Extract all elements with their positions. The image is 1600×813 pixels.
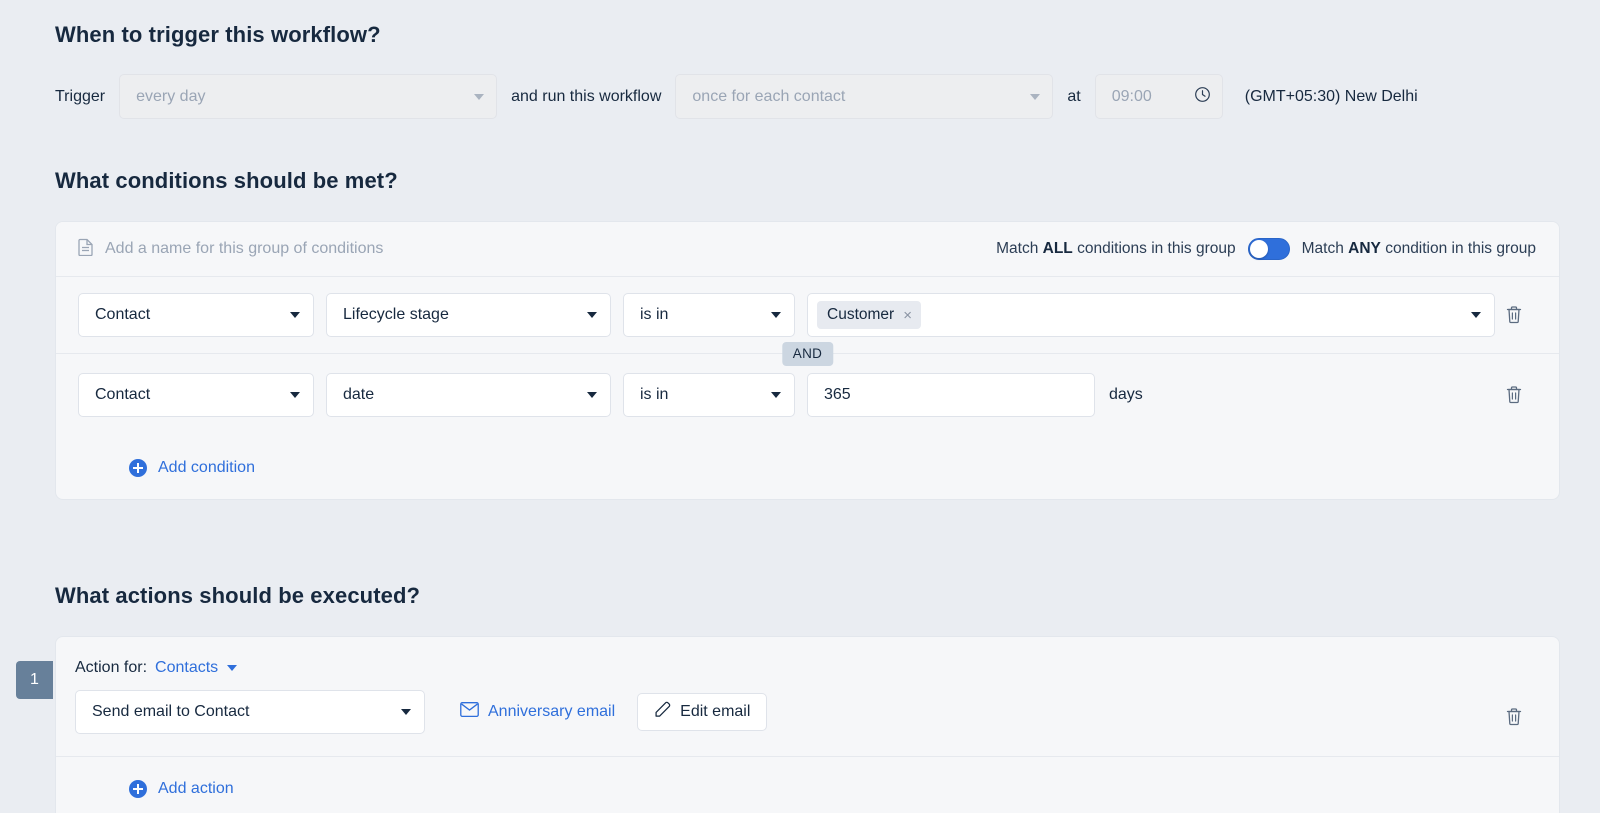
trigger-label: Trigger	[55, 87, 106, 105]
pencil-icon	[654, 701, 671, 723]
envelope-icon	[460, 701, 479, 722]
group-name-field[interactable]: Add a name for this group of conditions	[78, 238, 383, 261]
action-for-value[interactable]: Contacts	[155, 659, 218, 677]
clock-icon	[1194, 86, 1211, 108]
group-name-placeholder: Add a name for this group of conditions	[105, 240, 384, 257]
match-mode-toggle[interactable]	[1247, 238, 1290, 260]
conditions-section-title: What conditions should be met?	[55, 168, 398, 193]
action-for-label: Action for:	[75, 659, 148, 676]
condition-operator-select[interactable]: is in	[623, 373, 795, 417]
value-chip-label: Customer	[827, 306, 895, 323]
action-type-select[interactable]: Send email to Contact	[75, 690, 425, 734]
edit-email-button[interactable]: Edit email	[637, 693, 768, 731]
chevron-down-icon	[587, 312, 597, 318]
condition-subject-select[interactable]: Contact	[78, 373, 314, 417]
condition-operator-value: is in	[640, 386, 669, 403]
delete-action-button[interactable]	[1505, 707, 1523, 727]
action-type-value: Send email to Contact	[92, 703, 250, 720]
condition-value-input[interactable]: 365	[807, 373, 1095, 417]
chevron-down-icon	[1030, 93, 1041, 100]
chevron-down-icon	[587, 392, 597, 398]
timezone-label: (GMT+05:30) New Delhi	[1244, 87, 1418, 105]
actions-section-title: What actions should be executed?	[55, 583, 421, 608]
close-icon[interactable]: ×	[903, 308, 912, 323]
plus-circle-icon	[129, 779, 147, 798]
action-step-badge: 1	[16, 661, 53, 699]
condition-subject-select[interactable]: Contact	[78, 293, 314, 337]
action-body: Send email to Contact Anniversary email	[56, 677, 1559, 756]
action-for-row: Action for: Contacts	[56, 637, 1559, 677]
condition-value-text: 365	[824, 386, 851, 403]
edit-email-label: Edit email	[680, 703, 751, 720]
condition-unit-label: days	[1109, 386, 1143, 403]
chevron-down-icon	[771, 392, 781, 398]
actions-section: What actions should be executed? 1 Actio…	[16, 583, 1560, 813]
condition-row: Contact date is in 365 days	[56, 354, 1559, 436]
match-any-label: Match ANY condition in this group	[1301, 240, 1536, 257]
trigger-frequency-value: every day	[136, 87, 206, 105]
trigger-section-title: When to trigger this workflow?	[55, 22, 381, 47]
conditions-section: What conditions should be met? Add a nam…	[55, 168, 1560, 500]
add-action-label: Add action	[158, 779, 234, 797]
add-action-row: Add action	[56, 757, 1559, 813]
condition-group-header: Add a name for this group of conditions …	[56, 222, 1559, 277]
trigger-section: When to trigger this workflow? Trigger e…	[55, 22, 1555, 119]
condition-field-select[interactable]: Lifecycle stage	[326, 293, 611, 337]
chevron-down-icon[interactable]	[227, 665, 238, 671]
delete-condition-button[interactable]	[1505, 305, 1523, 325]
condition-value-multiselect[interactable]: Customer ×	[807, 293, 1495, 337]
trigger-time-input[interactable]: 09:00	[1094, 74, 1223, 119]
chevron-down-icon	[401, 709, 411, 715]
email-template-link[interactable]: Anniversary email	[460, 701, 616, 722]
condition-group-card: Add a name for this group of conditions …	[55, 221, 1560, 500]
chevron-down-icon	[1471, 312, 1481, 318]
value-chip[interactable]: Customer ×	[817, 301, 921, 329]
condition-operator-value: is in	[640, 306, 669, 323]
chevron-down-icon	[290, 392, 300, 398]
document-icon	[78, 238, 94, 261]
add-condition-label: Add condition	[158, 458, 255, 476]
action-card: 1 Action for: Contacts Send email to Con…	[16, 636, 1560, 813]
condition-field-select[interactable]: date	[326, 373, 611, 417]
run-mode-value: once for each contact	[692, 87, 846, 105]
trigger-time-value: 09:00	[1111, 87, 1152, 105]
chevron-down-icon	[771, 312, 781, 318]
email-template-name: Anniversary email	[488, 703, 616, 720]
condition-subject-value: Contact	[95, 306, 151, 323]
condition-field-value: Lifecycle stage	[343, 306, 449, 323]
run-mode-select[interactable]: once for each contact	[675, 74, 1054, 119]
add-action-button[interactable]: Add action	[129, 779, 234, 798]
trigger-frequency-select[interactable]: every day	[119, 74, 498, 119]
delete-condition-button[interactable]	[1505, 385, 1523, 405]
condition-field-value: date	[343, 386, 375, 403]
add-condition-row: Add condition	[56, 436, 1559, 499]
trigger-row: Trigger every day and run this workflow …	[55, 74, 1555, 119]
run-workflow-label: and run this workflow	[511, 87, 662, 105]
condition-subject-value: Contact	[95, 386, 151, 403]
match-all-label: Match ALL conditions in this group	[996, 240, 1236, 257]
chevron-down-icon	[474, 93, 485, 100]
match-mode-control: Match ALL conditions in this group Match…	[996, 238, 1536, 260]
chevron-down-icon	[290, 312, 300, 318]
add-condition-button[interactable]: Add condition	[129, 458, 255, 477]
at-label: at	[1067, 87, 1081, 105]
condition-operator-select[interactable]: is in	[623, 293, 795, 337]
workflow-editor-page: When to trigger this workflow? Trigger e…	[0, 0, 1600, 813]
toggle-knob	[1249, 240, 1268, 258]
plus-circle-icon	[129, 458, 147, 477]
